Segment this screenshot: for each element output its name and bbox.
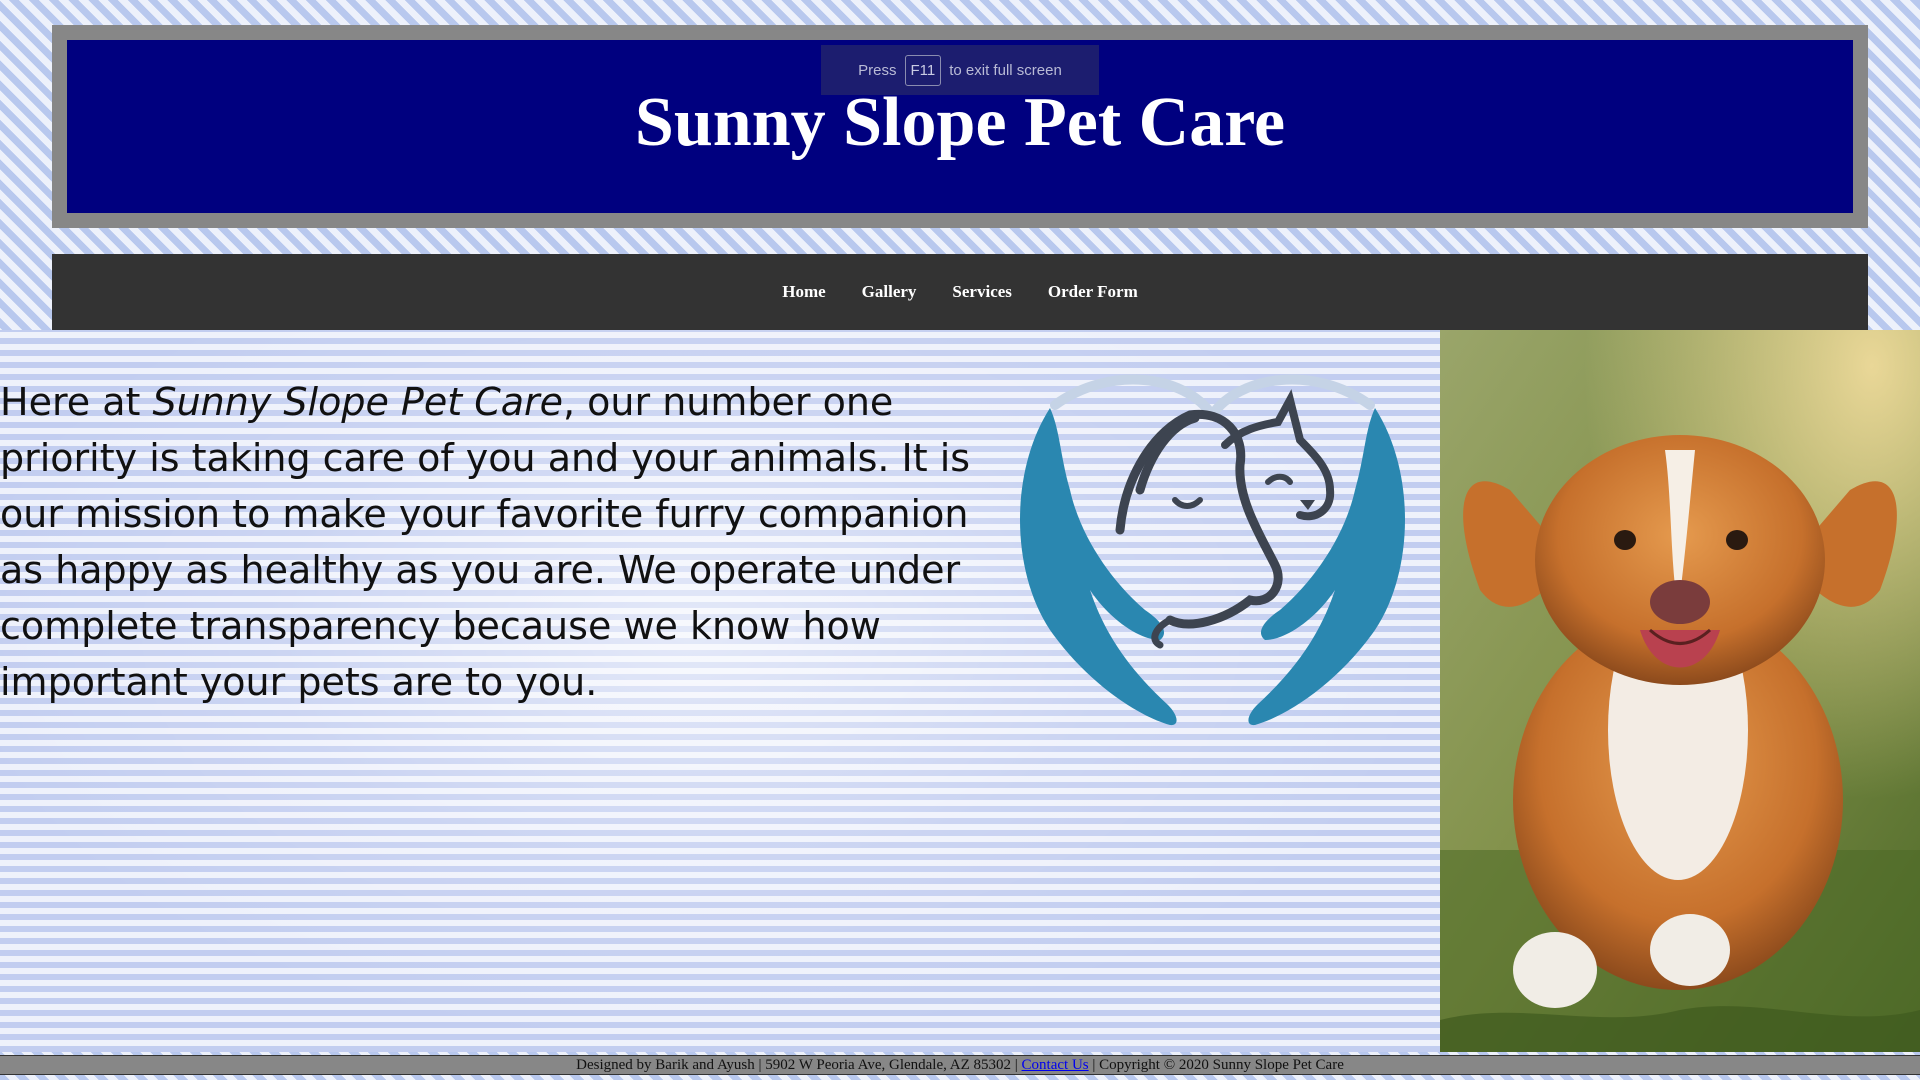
mission-intro: Here at — [0, 380, 153, 424]
nav-gallery[interactable]: Gallery — [862, 282, 917, 302]
logo-heart-outline — [1050, 374, 1217, 420]
mission-statement: Here at Sunny Slope Pet Care, our number… — [0, 374, 1000, 710]
footer-copyright: | Copyright © 2020 Sunny Slope Pet Care — [1088, 1057, 1344, 1073]
nav-services[interactable]: Services — [952, 282, 1011, 302]
logo-cat-nose — [1300, 500, 1315, 510]
logo-dog-eye — [1172, 497, 1203, 509]
nav-order-form[interactable]: Order Form — [1048, 282, 1138, 302]
dog-photo-image — [1440, 330, 1920, 1052]
pet-care-logo — [1020, 374, 1405, 726]
site-title: Sunny Slope Pet Care — [634, 84, 1286, 161]
nav-home[interactable]: Home — [782, 282, 825, 302]
main-nav: Home Gallery Services Order Form — [52, 254, 1868, 330]
footer-credits: Designed by Barik and Ayush | 5902 W Peo… — [576, 1057, 1022, 1073]
mission-body: , our number one priority is taking care… — [0, 380, 971, 704]
contact-us-link[interactable]: Contact Us — [1022, 1057, 1089, 1073]
fullscreen-key: F11 — [904, 54, 942, 86]
footer: Designed by Barik and Ayush | 5902 W Peo… — [0, 1055, 1920, 1075]
fullscreen-notice: Press F11 to exit full screen — [821, 45, 1099, 95]
fullscreen-notice-press: Press — [858, 61, 897, 79]
mission-brand-name: Sunny Slope Pet Care — [152, 380, 564, 424]
logo-dog-head — [1115, 409, 1283, 629]
fullscreen-notice-text: to exit full screen — [949, 61, 1062, 79]
logo-cat-eye — [1265, 473, 1293, 485]
dog-photo — [1440, 330, 1920, 1052]
